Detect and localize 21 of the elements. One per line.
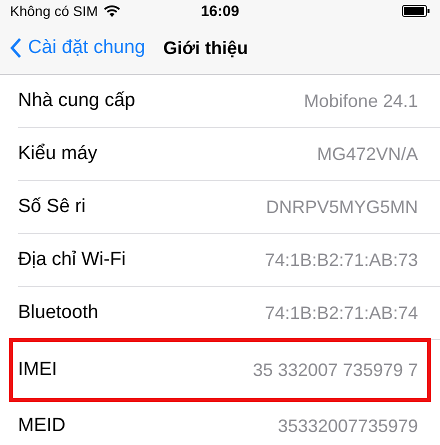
row-label: Số Sê ri: [18, 196, 86, 218]
row-value: 74:1B:B2:71:AB:74: [264, 302, 418, 324]
row-label: MEID: [18, 415, 66, 437]
row-value: 35332007735979: [278, 416, 418, 436]
row-value: Mobifone 24.1: [304, 90, 418, 112]
clock-time: 16:09: [200, 2, 240, 20]
wifi-icon: [104, 5, 120, 17]
back-button[interactable]: Cài đặt chung: [10, 37, 146, 59]
row-label: Nhà cung cấp: [18, 90, 136, 112]
page-title: Giới thiệu: [163, 38, 248, 58]
battery-icon: [402, 5, 430, 17]
row-label: Bluetooth: [18, 302, 98, 324]
row-value: 35 332007 735979 7: [252, 360, 418, 380]
row-value: MG472VN/A: [316, 144, 418, 164]
chevron-icon: [10, 38, 22, 58]
row-value: DNRPV5MYG5MN: [266, 196, 418, 218]
row-label: Kiểu máy: [18, 143, 98, 165]
row-label: IMEI: [18, 359, 58, 381]
row-label: Địa chỉ Wi-Fi: [18, 249, 126, 271]
row-value: 74:1B:B2:71:AB:73: [264, 250, 418, 270]
carrier-text: Không có SIM: [10, 3, 98, 19]
